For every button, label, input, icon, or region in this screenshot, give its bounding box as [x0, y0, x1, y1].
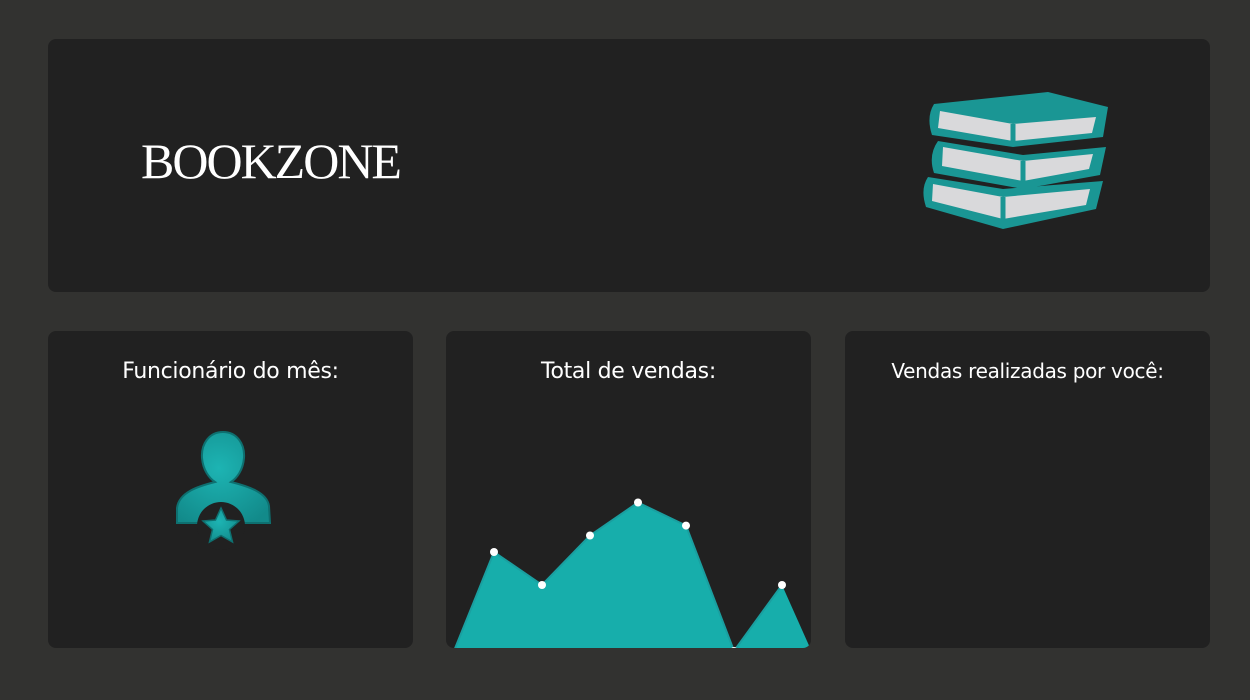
- sales-data-point: [778, 581, 786, 589]
- your-sales-card: Vendas realizadas por você:: [845, 331, 1210, 648]
- sales-area-chart: [454, 498, 811, 648]
- book-stack-icon: [923, 92, 1108, 229]
- employee-of-month-card: Funcionário do mês:: [48, 331, 413, 648]
- sales-data-point: [490, 548, 498, 556]
- employee-card-title: Funcionário do mês:: [122, 359, 339, 384]
- sales-data-point: [538, 581, 546, 589]
- brand-name: BOOKZONE: [141, 133, 402, 189]
- your-sales-card-title: Vendas realizadas por você:: [891, 359, 1164, 383]
- sales-data-point: [682, 521, 690, 530]
- header-card: BOOKZONE: [48, 39, 1210, 292]
- sales-data-point: [586, 531, 594, 540]
- employee-star-icon: [176, 430, 272, 550]
- sales-area: [455, 502, 811, 648]
- sales-data-point: [634, 498, 642, 507]
- total-sales-card: Total de vendas:: [446, 331, 811, 648]
